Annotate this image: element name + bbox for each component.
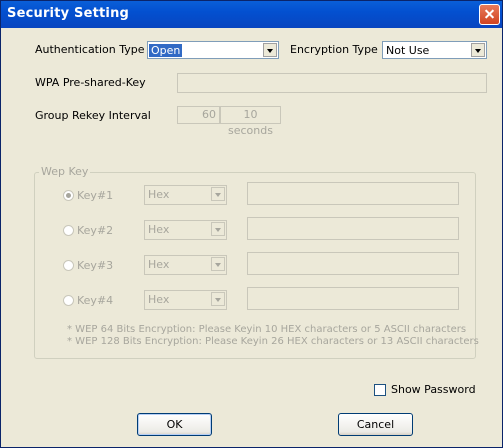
encryption-type-select[interactable]: Not Use [382,41,487,59]
authentication-type-value: Open [149,44,183,57]
key4-input[interactable] [247,287,459,310]
group-rekey-interval-input[interactable]: 60 [177,106,220,124]
key1-radio[interactable] [63,190,74,201]
close-icon[interactable] [479,4,500,25]
wep-key-group-label: Wep Key [39,165,91,178]
group-rekey-interval-label: Group Rekey Interval [35,109,151,122]
window-title: Security Setting [7,6,130,21]
show-password-label: Show Password [391,383,476,396]
key4-radio[interactable] [63,295,74,306]
key1-format-value: Hex [148,188,170,201]
key1-label: Key#1 [77,189,114,202]
chevron-down-icon[interactable] [471,43,485,57]
key2-format-value: Hex [148,223,170,236]
authentication-type-label: Authentication Type [35,43,145,56]
chevron-down-icon[interactable] [263,43,277,57]
cancel-button[interactable]: Cancel [338,413,413,436]
chevron-down-icon[interactable] [211,222,225,236]
key2-label: Key#2 [77,224,114,237]
key3-format-value: Hex [148,258,170,271]
key4-format-value: Hex [148,293,170,306]
key2-radio[interactable] [63,225,74,236]
show-password-checkbox[interactable] [374,384,386,396]
title-bar[interactable]: Security Setting [1,1,502,28]
chevron-down-icon[interactable] [211,292,225,306]
key4-label: Key#4 [77,294,114,307]
encryption-type-value: Not Use [386,44,430,57]
key1-format-select[interactable]: Hex [144,185,227,205]
security-setting-dialog: Security Setting Authentication Type Ope… [0,0,503,448]
key4-format-select[interactable]: Hex [144,290,227,310]
wpa-key-input[interactable] [177,73,487,93]
rekey-unit-button[interactable]: 10 seconds [220,106,281,137]
key3-input[interactable] [247,252,459,275]
key3-format-select[interactable]: Hex [144,255,227,275]
chevron-down-icon[interactable] [211,187,225,201]
key1-input[interactable] [247,182,459,205]
wpa-key-label: WPA Pre-shared-Key [35,76,146,89]
chevron-down-icon[interactable] [211,257,225,271]
key3-radio[interactable] [63,260,74,271]
wep-64-note: * WEP 64 Bits Encryption: Please Keyin 1… [67,324,467,335]
ok-button[interactable]: OK [137,413,212,436]
authentication-type-select[interactable]: Open [147,41,279,59]
key2-input[interactable] [247,217,459,240]
wep-128-note: * WEP 128 Bits Encryption: Please Keyin … [67,336,479,347]
encryption-type-label: Encryption Type [290,43,378,56]
key3-label: Key#3 [77,259,114,272]
key2-format-select[interactable]: Hex [144,220,227,240]
